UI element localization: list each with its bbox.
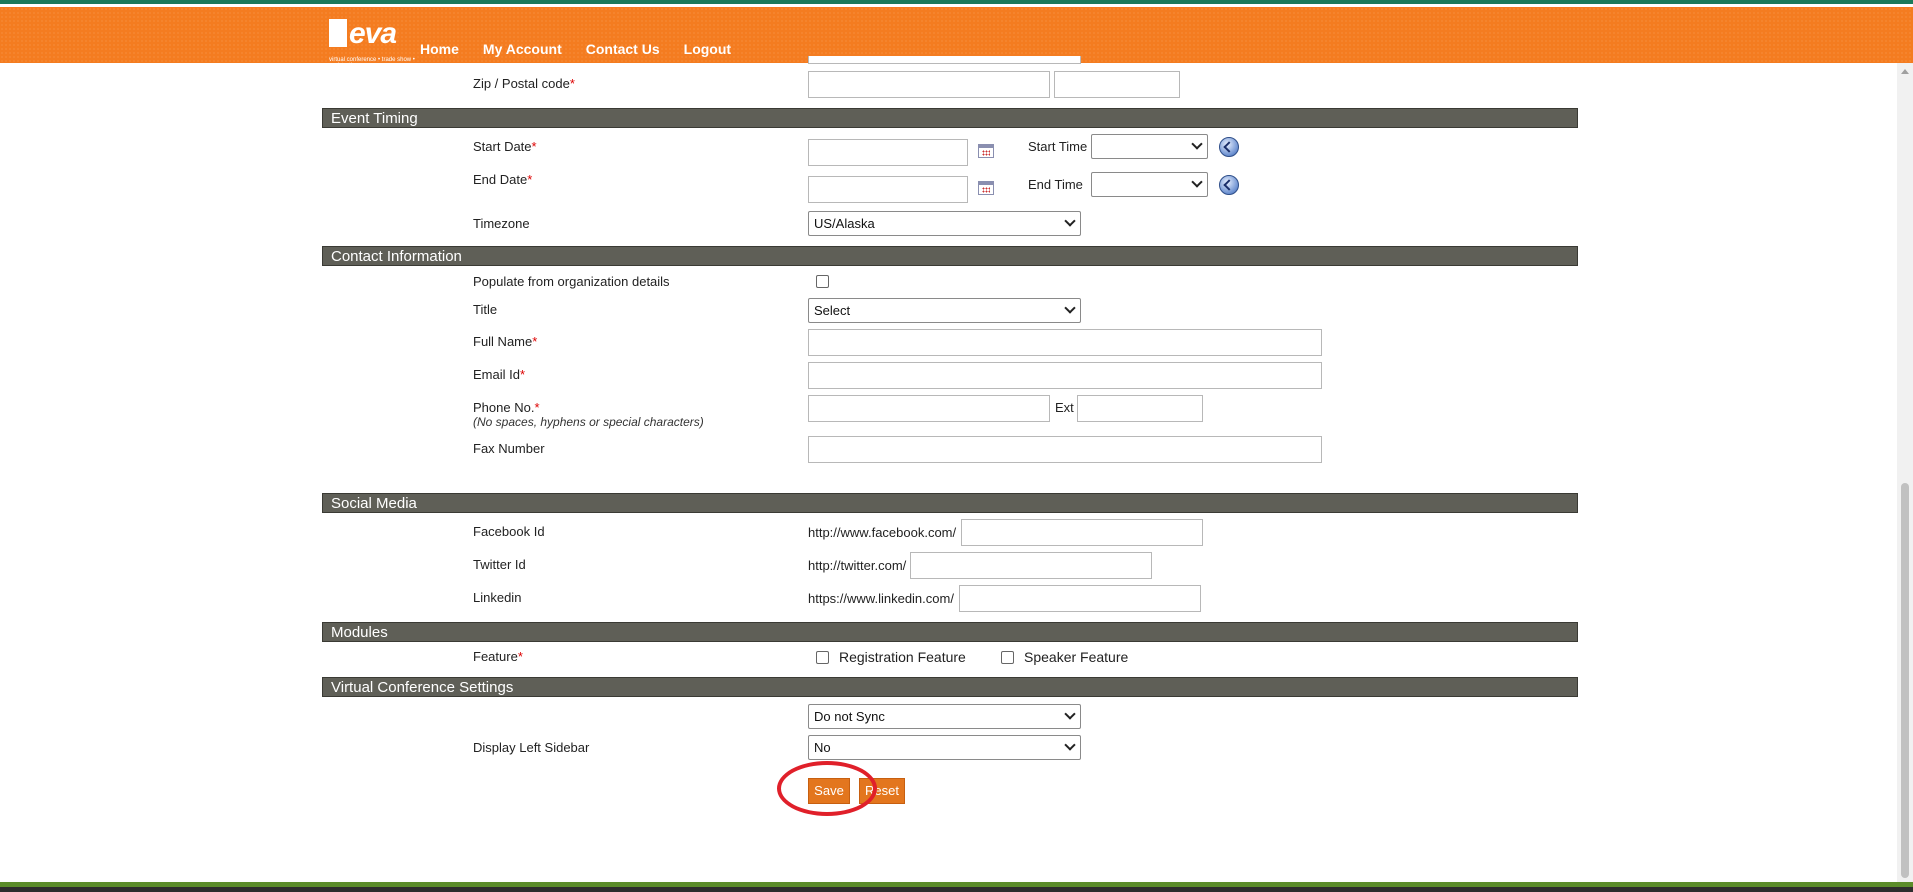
- display-left-sidebar-label: Display Left Sidebar: [473, 740, 590, 755]
- linkedin-input[interactable]: [959, 585, 1201, 612]
- reset-button[interactable]: Reset: [859, 778, 905, 804]
- scroll-up-arrow-icon[interactable]: [1901, 69, 1909, 74]
- display-left-sidebar-select[interactable]: No: [808, 735, 1081, 760]
- end-date-calendar-icon[interactable]: [978, 181, 994, 195]
- full-name-input[interactable]: [808, 329, 1322, 356]
- chevron-down-icon: [1191, 138, 1203, 150]
- chevron-down-icon: [1064, 708, 1076, 720]
- start-date-input[interactable]: [808, 139, 968, 166]
- logo-word: eva: [349, 17, 397, 50]
- ext-label: Ext: [1055, 400, 1074, 415]
- end-date-label: End Date*: [473, 172, 533, 187]
- phone-hint: (No spaces, hyphens or special character…: [473, 415, 704, 429]
- footer-bar: [0, 882, 1913, 892]
- city-field-partial[interactable]: [808, 56, 1081, 64]
- phone-input[interactable]: [808, 395, 1050, 422]
- populate-label: Populate from organization details: [473, 274, 670, 289]
- facebook-label: Facebook Id: [473, 524, 545, 539]
- populate-checkbox[interactable]: [816, 275, 829, 288]
- timezone-select[interactable]: US/Alaska: [808, 211, 1081, 236]
- save-button[interactable]: Save: [808, 778, 850, 804]
- nav-contact-us[interactable]: Contact Us: [586, 41, 660, 57]
- email-label: Email Id*: [473, 367, 526, 382]
- speaker-feature-label: Speaker Feature: [1024, 649, 1129, 665]
- main-nav: Home My Account Contact Us Logout: [420, 41, 731, 57]
- section-event-timing: Event Timing: [322, 108, 1578, 128]
- end-time-clock-icon[interactable]: [1219, 175, 1239, 195]
- start-date-calendar-icon[interactable]: [978, 144, 994, 158]
- fax-label: Fax Number: [473, 441, 545, 456]
- nav-logout[interactable]: Logout: [684, 41, 731, 57]
- full-name-label: Full Name*: [473, 334, 538, 349]
- ext-input[interactable]: [1077, 395, 1203, 422]
- twitter-input[interactable]: [910, 552, 1152, 579]
- facebook-input[interactable]: [961, 519, 1203, 546]
- chevron-down-icon: [1064, 302, 1076, 314]
- end-time-label: End Time: [1028, 177, 1083, 192]
- eva-logo[interactable]: eva virtual conference • trade show • re…: [329, 17, 415, 69]
- speaker-feature-checkbox[interactable]: [1001, 651, 1014, 664]
- end-date-input[interactable]: [808, 176, 968, 203]
- vertical-scrollbar[interactable]: [1897, 63, 1913, 882]
- registration-feature-checkbox[interactable]: [816, 651, 829, 664]
- logo-mark-icon: [329, 19, 347, 47]
- zip-extra-input[interactable]: [1054, 71, 1180, 98]
- start-date-label: Start Date*: [473, 139, 537, 154]
- section-contact-information: Contact Information: [322, 246, 1578, 266]
- section-virtual-conference-settings: Virtual Conference Settings: [322, 677, 1578, 697]
- chevron-down-icon: [1191, 176, 1203, 188]
- feature-label: Feature*: [473, 649, 523, 664]
- twitter-prefix: http://twitter.com/: [808, 558, 907, 573]
- zip-input[interactable]: [808, 71, 1050, 98]
- start-time-label: Start Time: [1028, 139, 1088, 154]
- header-bar: eva virtual conference • trade show • re…: [0, 7, 1913, 69]
- chevron-down-icon: [1064, 739, 1076, 751]
- email-input[interactable]: [808, 362, 1322, 389]
- start-time-select[interactable]: [1091, 134, 1208, 159]
- twitter-label: Twitter Id: [473, 557, 526, 572]
- logo-tagline: virtual conference • trade show • regist…: [329, 57, 415, 69]
- section-social-media: Social Media: [322, 493, 1578, 513]
- end-time-select[interactable]: [1091, 172, 1208, 197]
- sync-select[interactable]: Do not Sync: [808, 704, 1081, 729]
- facebook-prefix: http://www.facebook.com/: [808, 525, 957, 540]
- registration-feature-label: Registration Feature: [839, 649, 966, 665]
- linkedin-prefix: https://www.linkedin.com/: [808, 591, 954, 606]
- nav-my-account[interactable]: My Account: [483, 41, 562, 57]
- linkedin-label: Linkedin: [473, 590, 522, 605]
- phone-label: Phone No.*: [473, 400, 540, 415]
- scrollbar-thumb[interactable]: [1901, 483, 1909, 878]
- title-label: Title: [473, 302, 498, 317]
- chevron-down-icon: [1064, 215, 1076, 227]
- zip-label: Zip / Postal code*: [473, 76, 575, 91]
- section-modules: Modules: [322, 622, 1578, 642]
- fax-input[interactable]: [808, 436, 1322, 463]
- start-time-clock-icon[interactable]: [1219, 137, 1239, 157]
- title-select[interactable]: Select: [808, 298, 1081, 323]
- nav-home[interactable]: Home: [420, 41, 459, 57]
- timezone-label: Timezone: [473, 216, 530, 231]
